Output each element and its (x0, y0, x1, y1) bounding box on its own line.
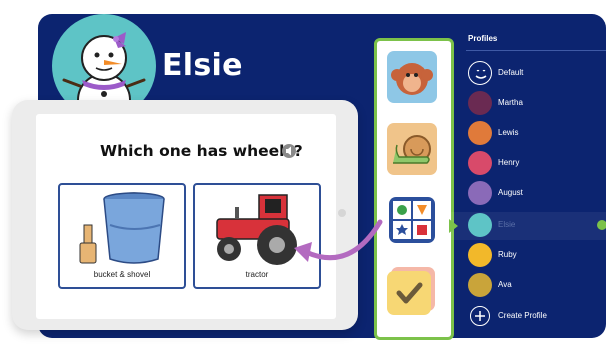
martha-avatar (468, 91, 492, 115)
profile-name: Henry (498, 158, 520, 167)
profile-name: August (498, 188, 523, 197)
speaker-icon[interactable] (282, 144, 296, 158)
ava-avatar (468, 273, 492, 297)
plus-icon (470, 306, 490, 326)
lewis-avatar (468, 121, 492, 145)
choice-card-bucket[interactable]: bucket & shovel (58, 183, 186, 289)
henry-avatar (468, 151, 492, 175)
selected-pointer-icon (449, 219, 458, 233)
profile-item-ava[interactable]: Ava (466, 273, 606, 299)
create-profile-label: Create Profile (498, 311, 547, 320)
profiles-divider (466, 50, 606, 51)
profile-item-elsie[interactable]: Elsie (466, 213, 606, 239)
snail-app-icon[interactable] (387, 123, 437, 175)
bucket-shovel-illustration (79, 192, 165, 264)
profile-name: Elsie (498, 220, 516, 229)
ruby-avatar (468, 243, 492, 267)
elsie-avatar (468, 213, 492, 237)
profile-name: Martha (498, 98, 523, 107)
profile-item-ruby[interactable]: Ruby (466, 243, 606, 269)
shapes-grid-app-icon[interactable] (389, 197, 435, 243)
create-profile-button[interactable]: Create Profile (466, 304, 606, 330)
profile-item-martha[interactable]: Martha (466, 91, 606, 117)
profile-name: Ruby (498, 250, 517, 259)
profile-name-title: Elsie (162, 48, 243, 83)
profile-item-default[interactable]: Default (466, 61, 606, 87)
question-text: Which one has wheels? (100, 142, 303, 160)
choice-label: bucket & shovel (93, 270, 151, 279)
app-column (374, 38, 454, 340)
profiles-header: Profiles (468, 34, 498, 43)
profile-name: Default (498, 68, 524, 77)
profile-name: Lewis (498, 128, 519, 137)
profile-item-august[interactable]: August (466, 181, 606, 207)
selected-check-icon (597, 220, 606, 230)
smiley-avatar-icon (468, 61, 492, 85)
august-avatar (468, 181, 492, 205)
monkey-app-icon[interactable] (387, 51, 437, 103)
checkmark-app-icon[interactable] (387, 271, 431, 315)
profile-item-lewis[interactable]: Lewis (466, 121, 606, 147)
curved-arrow-icon (294, 219, 383, 262)
tablet-home-button[interactable] (338, 209, 346, 217)
profile-item-henry[interactable]: Henry (466, 151, 606, 177)
profile-name: Ava (498, 280, 512, 289)
